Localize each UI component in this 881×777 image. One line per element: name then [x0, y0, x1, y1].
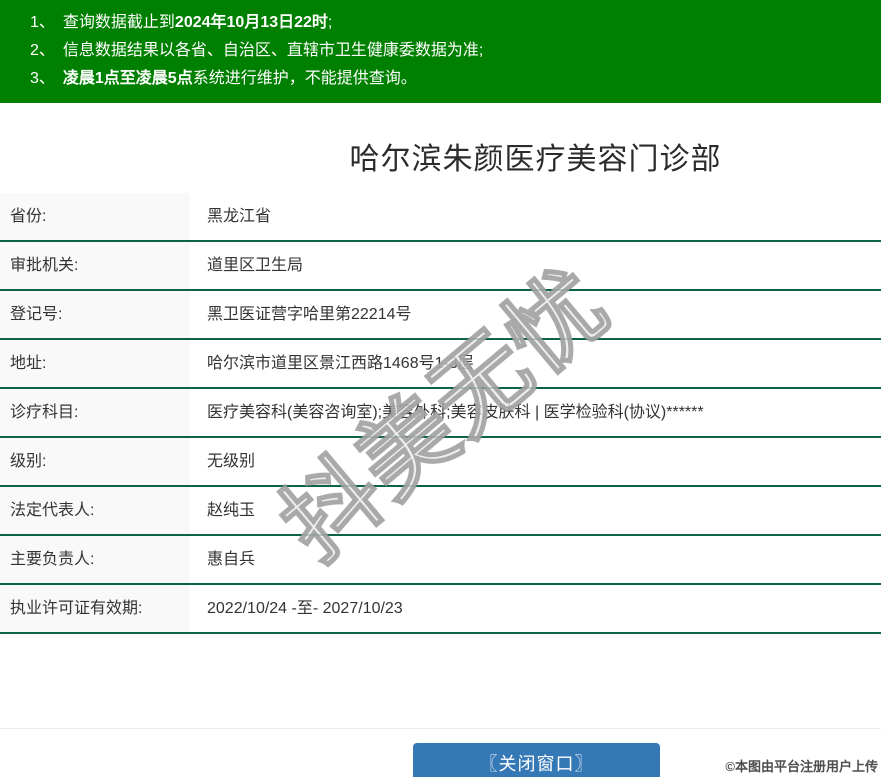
row-label: 地址: — [0, 340, 190, 387]
row-value: 2022/10/24 -至- 2027/10/23 — [207, 600, 403, 617]
notice-text-bold: 2024年10月13日22时 — [174, 14, 328, 31]
table-row-approval-authority: 审批机关: 道里区卫生局 — [0, 242, 881, 291]
notice-number: 1、 — [30, 14, 55, 31]
notice-number: 2、 — [30, 42, 55, 59]
notice-text-bold: 凌晨1点至凌晨5点 — [62, 70, 193, 87]
notice-line-2: 2、 信息数据结果以各省、自治区、直辖市卫生健康委数据为准; — [30, 37, 871, 65]
row-value: 黑卫医证营字哈里第22214号 — [207, 306, 412, 323]
notice-line-3: 3、 凌晨1点至凌晨5点系统进行维护，不能提供查询。 — [30, 65, 871, 93]
table-row-level: 级别: 无级别 — [0, 438, 881, 487]
upload-credit-watermark: ©本图由平台注册用户上传 — [725, 759, 878, 774]
table-row-license-validity: 执业许可证有效期: 2022/10/24 -至- 2027/10/23 — [0, 585, 881, 634]
row-label: 主要负责人: — [0, 536, 190, 583]
notice-text: 查询数据截止到 — [62, 14, 175, 31]
table-row-treatment-subjects: 诊疗科目: 医疗美容科(美容咨询室);美容外科;美容皮肤科 | 医学检验科(协议… — [0, 389, 881, 438]
row-label: 执业许可证有效期: — [0, 585, 190, 632]
row-value: 黑龙江省 — [207, 208, 272, 225]
close-window-button[interactable]: 〖关闭窗口〗 — [413, 743, 660, 777]
row-label: 级别: — [0, 438, 190, 485]
row-label: 登记号: — [0, 291, 190, 338]
notice-text: ; — [327, 14, 333, 31]
notice-line-1: 1、 查询数据截止到2024年10月13日22时; — [30, 9, 871, 37]
row-label: 法定代表人: — [0, 487, 190, 534]
bottom-divider — [0, 728, 881, 729]
page-title: 哈尔滨朱颜医疗美容门诊部 — [349, 143, 722, 176]
row-value: 惠自兵 — [207, 551, 256, 568]
row-value: 无级别 — [207, 453, 256, 470]
table-row-province: 省份: 黑龙江省 — [0, 193, 881, 242]
notice-text: 信息数据结果以各省、自治区、直辖市卫生健康委数据为准; — [62, 42, 484, 59]
row-value: 医疗美容科(美容咨询室);美容外科;美容皮肤科 | 医学检验科(协议)*****… — [207, 404, 704, 421]
table-row-address: 地址: 哈尔滨市道里区景江西路1468号1-3层 — [0, 340, 881, 389]
notice-number: 3、 — [30, 70, 55, 87]
table-row-registration-number: 登记号: 黑卫医证营字哈里第22214号 — [0, 291, 881, 340]
row-value: 哈尔滨市道里区景江西路1468号1-3层 — [207, 355, 474, 372]
row-label: 审批机关: — [0, 242, 190, 289]
row-value: 赵纯玉 — [207, 502, 256, 519]
notice-text: 系统进行维护，不能提供查询。 — [192, 70, 417, 87]
notice-banner: 1、 查询数据截止到2024年10月13日22时; 2、 信息数据结果以各省、自治区… — [0, 0, 881, 103]
row-label: 省份: — [0, 193, 190, 240]
query-result-page: 1、 查询数据截止到2024年10月13日22时; 2、 信息数据结果以各省、自治区… — [0, 0, 881, 777]
info-table: 省份: 黑龙江省 审批机关: 道里区卫生局 登记号: 黑卫医证营字哈里第2221… — [0, 193, 881, 634]
row-value: 道里区卫生局 — [207, 257, 304, 274]
table-row-legal-representative: 法定代表人: 赵纯玉 — [0, 487, 881, 536]
table-row-main-person-in-charge: 主要负责人: 惠自兵 — [0, 536, 881, 585]
row-label: 诊疗科目: — [0, 389, 190, 436]
